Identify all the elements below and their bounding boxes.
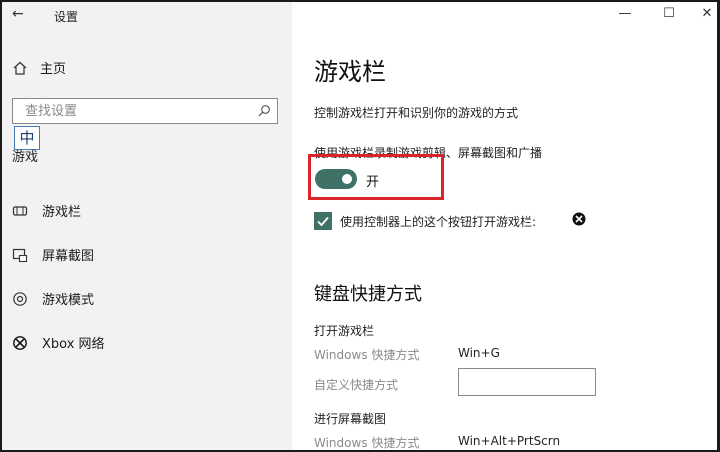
window-title: 设置 — [54, 10, 79, 24]
sidebar-item-home[interactable]: 主页 — [12, 58, 66, 77]
screenshot-icon — [12, 248, 28, 262]
main-panel: — ☐ ✕ 游戏栏 控制游戏栏打开和识别你的游戏的方式 使用游戏栏录制游戏剪辑、… — [292, 2, 717, 450]
screenshot-shortcut-title: 进行屏幕截图 — [314, 412, 387, 426]
xbox-button-icon — [572, 212, 586, 226]
page-title: 游戏栏 — [314, 58, 386, 86]
sidebar-item-label: 游戏栏 — [42, 205, 82, 220]
windows-shortcut-value: Win+G — [458, 346, 500, 360]
sidebar-item-label: 主页 — [40, 62, 67, 77]
sidebar-item-xbox-network[interactable]: Xbox 网络 — [12, 333, 105, 352]
screenshot-windows-value: Win+Alt+PrtScrn — [458, 434, 561, 448]
open-game-bar-title: 打开游戏栏 — [314, 324, 375, 338]
section-label-games: 游戏 — [12, 150, 39, 162]
shortcuts-section-title: 键盘快捷方式 — [314, 284, 422, 305]
custom-shortcut-input[interactable] — [458, 368, 596, 396]
minimize-button[interactable]: — — [610, 6, 640, 21]
game-bar-icon — [12, 205, 28, 216]
xbox-icon — [13, 335, 27, 350]
checkmark-icon — [317, 216, 329, 227]
game-mode-icon — [13, 291, 27, 306]
home-icon — [13, 61, 27, 75]
search-input[interactable] — [13, 99, 255, 123]
sidebar: ← 设置 主页 游戏 中 游戏栏 — [2, 2, 292, 450]
screenshot-windows-label: Windows 快捷方式 — [314, 436, 420, 450]
sidebar-item-label: Xbox 网络 — [42, 337, 105, 352]
settings-window: ← 设置 主页 游戏 中 游戏栏 — [0, 0, 720, 452]
sidebar-item-screenshots[interactable]: 屏幕截图 — [12, 245, 94, 264]
sidebar-item-game-mode[interactable]: 游戏模式 — [12, 289, 94, 308]
search-box — [12, 98, 278, 124]
sidebar-item-game-bar[interactable]: 游戏栏 — [12, 201, 81, 220]
controller-checkbox[interactable] — [314, 212, 332, 230]
close-button[interactable]: ✕ — [692, 6, 717, 21]
search-icon[interactable] — [257, 104, 271, 118]
highlight-annotation — [308, 154, 444, 200]
sidebar-item-label: 屏幕截图 — [42, 249, 95, 264]
controller-checkbox-label: 使用控制器上的这个按钮打开游戏栏: — [340, 215, 537, 229]
custom-shortcut-label: 自定义快捷方式 — [314, 378, 399, 392]
page-description: 控制游戏栏打开和识别你的游戏的方式 — [314, 106, 519, 120]
ime-indicator: 中 — [14, 126, 40, 150]
maximize-button[interactable]: ☐ — [654, 6, 684, 21]
sidebar-item-label: 游戏模式 — [42, 293, 95, 308]
back-button[interactable]: ← — [12, 6, 24, 22]
windows-shortcut-label: Windows 快捷方式 — [314, 348, 420, 362]
